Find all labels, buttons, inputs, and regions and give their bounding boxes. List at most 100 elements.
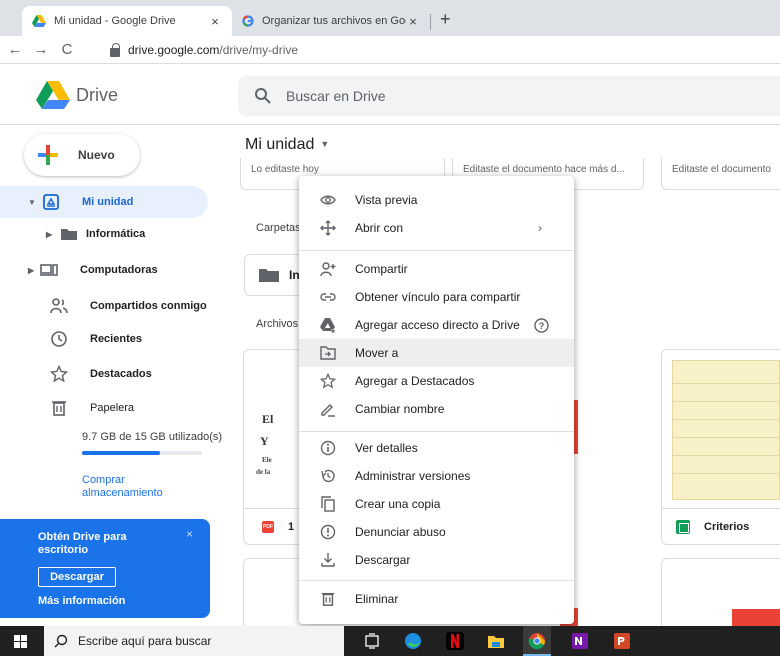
link-icon xyxy=(320,289,336,305)
menu-item-acceso-directo[interactable]: Agregar acceso directo a Drive ? xyxy=(299,311,574,339)
menu-item-label: Obtener vínculo para compartir xyxy=(355,290,521,304)
download-button[interactable]: Descargar xyxy=(38,567,116,587)
menu-item-label: Ver detalles xyxy=(355,441,418,455)
sheet-gridline xyxy=(673,473,779,474)
folder-card[interactable]: In xyxy=(244,254,304,296)
sidebar-item-label: Computadoras xyxy=(80,264,158,276)
menu-item-label: Agregar a Destacados xyxy=(355,374,475,388)
menu-item-descargar[interactable]: Descargar xyxy=(299,546,574,574)
menu-item-label: Abrir con xyxy=(355,221,404,235)
suggested-card-subtitle: Lo editaste hoy xyxy=(251,164,319,175)
page-title[interactable]: Mi unidad ▼ xyxy=(245,136,329,154)
task-view-icon[interactable] xyxy=(363,632,381,650)
history-icon xyxy=(320,468,336,484)
windows-start-icon[interactable] xyxy=(14,635,27,648)
svg-text:?: ? xyxy=(539,321,545,331)
edge-browser-icon[interactable] xyxy=(404,632,422,650)
sheet-gridline xyxy=(673,401,779,402)
search-icon[interactable] xyxy=(254,87,272,105)
help-icon[interactable]: ? xyxy=(534,317,549,333)
menu-item-destacados[interactable]: Agregar a Destacados xyxy=(299,367,574,395)
tab-mi-unidad[interactable]: Mi unidad - Google Drive × xyxy=(22,6,232,36)
sidebar-item-recientes[interactable]: Recientes xyxy=(0,323,142,355)
menu-item-cambiar-nombre[interactable]: Cambiar nombre xyxy=(299,395,574,423)
file-card[interactable]: El Y Ele de la PDF 1 xyxy=(243,349,301,545)
menu-item-obtener-vinculo[interactable]: Obtener vínculo para compartir xyxy=(299,283,574,311)
menu-item-vista-previa[interactable]: Vista previa xyxy=(299,186,574,214)
more-info-link[interactable]: Más información xyxy=(38,595,125,607)
suggested-card[interactable]: Editaste el documento xyxy=(661,158,780,190)
pdf-icon: PDF xyxy=(262,520,274,533)
plus-icon xyxy=(38,145,58,165)
search-input[interactable]: Buscar en Drive xyxy=(286,88,386,104)
menu-item-mover-a[interactable]: Mover a xyxy=(299,339,574,367)
menu-item-eliminar[interactable]: Eliminar xyxy=(299,585,574,613)
forward-button[interactable]: → xyxy=(30,41,52,58)
new-tab-button[interactable]: + xyxy=(440,10,451,28)
tab-separator xyxy=(430,14,431,30)
netflix-icon[interactable] xyxy=(446,632,464,650)
storage-bar xyxy=(82,451,202,455)
tab-organizar[interactable]: Organizar tus archivos en Google × xyxy=(232,6,430,36)
file-explorer-icon[interactable] xyxy=(487,632,505,650)
tab-close-icon[interactable]: × xyxy=(208,14,222,29)
thumbnail-fragment xyxy=(574,400,578,454)
file-card[interactable]: Criterios xyxy=(661,349,780,545)
reload-button[interactable]: C xyxy=(56,41,78,58)
folder-icon xyxy=(61,229,77,240)
new-button[interactable]: Nuevo xyxy=(24,134,140,176)
files-section-label: Archivos xyxy=(256,318,299,330)
powerpoint-icon[interactable] xyxy=(613,632,631,650)
tab-title: Mi unidad - Google Drive xyxy=(54,15,176,27)
menu-item-ver-detalles[interactable]: Ver detalles xyxy=(299,434,574,462)
file-card[interactable] xyxy=(661,558,780,628)
pencil-icon xyxy=(320,401,336,417)
eye-icon xyxy=(320,192,336,208)
sidebar-item-computadoras[interactable]: ▶ Computadoras xyxy=(0,254,158,286)
copy-icon xyxy=(320,496,336,512)
caret-right-icon[interactable]: ▶ xyxy=(46,230,56,239)
menu-separator xyxy=(299,250,574,251)
sidebar-item-papelera[interactable]: Papelera xyxy=(0,392,134,424)
buy-storage-link[interactable]: Comprar almacenamiento xyxy=(82,474,192,500)
caret-down-icon[interactable]: ▼ xyxy=(28,198,38,207)
tab-close-icon[interactable]: × xyxy=(406,14,420,29)
sidebar-item-mi-unidad[interactable]: ▼ Mi unidad xyxy=(0,186,208,218)
preview-text: Ele xyxy=(262,456,272,464)
suggested-card-subtitle: Editaste el documento hace más d... xyxy=(463,164,625,175)
menu-item-denunciar[interactable]: Denunciar abuso xyxy=(299,518,574,546)
sidebar-item-informatica[interactable]: ▶ Informática xyxy=(0,218,145,250)
preview-text: Y xyxy=(260,434,269,448)
google-favicon-icon xyxy=(242,15,254,27)
onenote-icon[interactable] xyxy=(571,632,589,650)
sidebar-item-destacados[interactable]: Destacados xyxy=(0,358,152,390)
caret-right-icon[interactable]: ▶ xyxy=(28,266,38,275)
clock-icon xyxy=(51,331,67,347)
search-bar[interactable]: Buscar en Drive xyxy=(238,76,780,116)
preview-text: El xyxy=(262,412,274,426)
address-bar[interactable]: drive.google.com/drive/my-drive xyxy=(110,39,780,61)
preview-text: de la xyxy=(256,468,271,476)
menu-item-versiones[interactable]: Administrar versiones xyxy=(299,462,574,490)
chrome-icon[interactable] xyxy=(528,632,546,650)
menu-item-abrir-con[interactable]: Abrir con › xyxy=(299,214,574,242)
menu-item-label: Cambiar nombre xyxy=(355,402,445,416)
sidebar-item-compartidos[interactable]: Compartidos conmigo xyxy=(0,290,207,322)
taskbar-search[interactable]: Escribe aquí para buscar xyxy=(44,626,344,656)
menu-item-crear-copia[interactable]: Crear una copia xyxy=(299,490,574,518)
chevron-down-icon[interactable]: ▼ xyxy=(320,139,329,149)
desktop-promo-card: Obtén Drive para escritorio × Descargar … xyxy=(0,519,210,618)
drive-logo-icon[interactable] xyxy=(36,81,70,109)
taskbar-search-input[interactable]: Escribe aquí para buscar xyxy=(78,634,211,648)
url-host: drive.google.com xyxy=(128,43,220,57)
sidebar-item-label: Recientes xyxy=(90,333,142,345)
sidebar-item-label: Destacados xyxy=(90,368,152,380)
menu-item-compartir[interactable]: Compartir xyxy=(299,255,574,283)
file-name: Criterios xyxy=(704,520,750,533)
file-name: 1 xyxy=(288,520,295,533)
trash-icon xyxy=(320,591,336,607)
file-card[interactable] xyxy=(243,558,301,628)
close-icon[interactable]: × xyxy=(186,527,193,541)
report-icon xyxy=(320,524,336,540)
back-button[interactable]: ← xyxy=(4,41,26,58)
